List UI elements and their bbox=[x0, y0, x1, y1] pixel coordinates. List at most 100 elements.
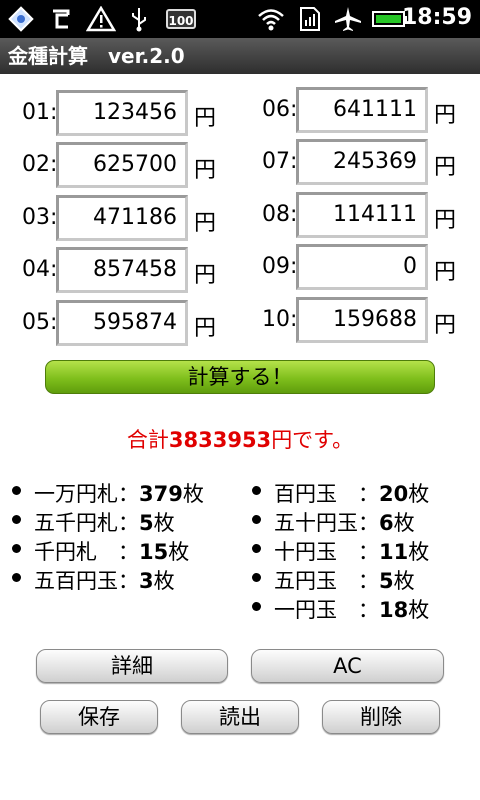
denomination-count: 18 bbox=[379, 598, 409, 622]
denomination-unit: 枚 bbox=[393, 569, 415, 593]
amount-input-02[interactable]: 625700 bbox=[56, 142, 188, 188]
denomination-separator: ： bbox=[358, 569, 379, 593]
input-label-07: 07: bbox=[262, 149, 298, 174]
amount-input-10[interactable]: 159688 bbox=[296, 297, 428, 343]
input-label-01: 01: bbox=[22, 100, 58, 125]
amount-input-04[interactable]: 857458 bbox=[56, 247, 188, 293]
input-label-03: 03: bbox=[22, 205, 58, 230]
denomination-name: 百円玉 bbox=[274, 482, 358, 506]
denomination-separator: ： bbox=[118, 569, 139, 593]
save-button[interactable]: 保存 bbox=[40, 700, 158, 734]
input-label-05: 05: bbox=[22, 310, 58, 335]
bullet-icon bbox=[12, 486, 21, 495]
denomination-name: 千円札 bbox=[34, 540, 118, 564]
bullet-icon bbox=[252, 515, 261, 524]
unit-label: 円 bbox=[434, 155, 457, 180]
denomination-unit: 枚 bbox=[408, 482, 430, 506]
denomination-unit: 枚 bbox=[153, 569, 175, 593]
denomination-count: 5 bbox=[139, 511, 154, 535]
denomination-name: 一円玉 bbox=[274, 598, 358, 622]
status-bar: 100 18:59 bbox=[0, 0, 480, 38]
denomination-unit: 枚 bbox=[168, 540, 190, 564]
denomination-name: 五百円玉 bbox=[34, 569, 118, 593]
total-prefix: 合計 bbox=[126, 428, 169, 452]
bullet-icon bbox=[252, 602, 261, 611]
battery-badge-icon: 100 bbox=[166, 9, 196, 29]
amount-input-07[interactable]: 245369 bbox=[296, 139, 428, 185]
app-title: 金種計算 ver.2.0 bbox=[8, 44, 185, 68]
amount-input-03[interactable]: 471186 bbox=[56, 195, 188, 241]
denomination-count: 6 bbox=[379, 511, 394, 535]
app-title-bar: 金種計算 ver.2.0 bbox=[0, 38, 480, 74]
denomination-separator: ： bbox=[358, 511, 379, 535]
denomination-item: 五千円札：5枚 bbox=[34, 507, 175, 537]
detail-button[interactable]: 詳細 bbox=[36, 649, 228, 683]
denomination-item: 五円玉 ：5枚 bbox=[274, 565, 415, 595]
clock: 18:59 bbox=[401, 5, 472, 30]
sim-icon bbox=[298, 6, 322, 32]
load-button[interactable]: 読出 bbox=[181, 700, 299, 734]
denomination-name: 五円玉 bbox=[274, 569, 358, 593]
usb-icon bbox=[128, 6, 150, 32]
denomination-count: 15 bbox=[139, 540, 169, 564]
denomination-count: 3 bbox=[139, 569, 154, 593]
denomination-count: 5 bbox=[379, 569, 394, 593]
bullet-icon bbox=[252, 544, 261, 553]
denomination-item: 一円玉 ：18枚 bbox=[274, 594, 429, 624]
denomination-name: 五十円玉 bbox=[274, 511, 358, 535]
warning-icon bbox=[86, 6, 116, 32]
denomination-item: 百円玉 ：20枚 bbox=[274, 478, 429, 508]
airplane-icon bbox=[334, 6, 362, 32]
denomination-separator: ： bbox=[118, 540, 139, 564]
input-label-02: 02: bbox=[22, 152, 58, 177]
unit-label: 円 bbox=[194, 158, 217, 183]
denomination-item: 五百円玉：3枚 bbox=[34, 565, 175, 595]
denomination-name: 一万円札 bbox=[34, 482, 118, 506]
ac-button[interactable]: AC bbox=[251, 649, 444, 683]
unit-label: 円 bbox=[434, 208, 457, 233]
denomination-count: 379 bbox=[139, 482, 183, 506]
amount-input-06[interactable]: 641111 bbox=[296, 87, 428, 133]
denomination-unit: 枚 bbox=[182, 482, 204, 506]
calculate-button[interactable]: 計算する！ bbox=[45, 360, 435, 394]
unit-label: 円 bbox=[434, 103, 457, 128]
app-icon bbox=[8, 6, 34, 32]
denomination-separator: ： bbox=[358, 540, 379, 564]
denomination-unit: 枚 bbox=[153, 511, 175, 535]
denomination-separator: ： bbox=[118, 511, 139, 535]
amount-input-08[interactable]: 114111 bbox=[296, 192, 428, 238]
wifi-icon bbox=[256, 6, 286, 32]
amount-input-05[interactable]: 595874 bbox=[56, 300, 188, 346]
denomination-count: 11 bbox=[379, 540, 409, 564]
unit-label: 円 bbox=[194, 316, 217, 341]
denomination-separator: ： bbox=[358, 482, 379, 506]
denomination-unit: 枚 bbox=[408, 540, 430, 564]
bullet-icon bbox=[12, 573, 21, 582]
amount-input-09[interactable]: 0 bbox=[296, 244, 428, 290]
denomination-unit: 枚 bbox=[393, 511, 415, 535]
denomination-item: 十円玉 ：11枚 bbox=[274, 536, 429, 566]
denomination-separator: ： bbox=[118, 482, 139, 506]
denomination-unit: 枚 bbox=[408, 598, 430, 622]
delete-button[interactable]: 削除 bbox=[322, 700, 440, 734]
denomination-count: 20 bbox=[379, 482, 409, 506]
bullet-icon bbox=[12, 544, 21, 553]
total-suffix: 円です。 bbox=[271, 428, 354, 452]
unit-label: 円 bbox=[194, 106, 217, 131]
denomination-item: 千円札 ：15枚 bbox=[34, 536, 189, 566]
unit-label: 円 bbox=[434, 260, 457, 285]
denomination-name: 五千円札 bbox=[34, 511, 118, 535]
bullet-icon bbox=[252, 486, 261, 495]
bullet-icon bbox=[12, 515, 21, 524]
unit-label: 円 bbox=[194, 211, 217, 236]
refresh-icon bbox=[48, 6, 74, 32]
denomination-item: 五十円玉：6枚 bbox=[274, 507, 415, 537]
input-label-08: 08: bbox=[262, 202, 298, 227]
input-label-09: 09: bbox=[262, 254, 298, 279]
amount-input-01[interactable]: 123456 bbox=[56, 90, 188, 136]
total-amount: 3833953 bbox=[168, 428, 272, 452]
bullet-icon bbox=[252, 573, 261, 582]
input-label-04: 04: bbox=[22, 257, 58, 282]
unit-label: 円 bbox=[434, 313, 457, 338]
denomination-separator: ： bbox=[358, 598, 379, 622]
